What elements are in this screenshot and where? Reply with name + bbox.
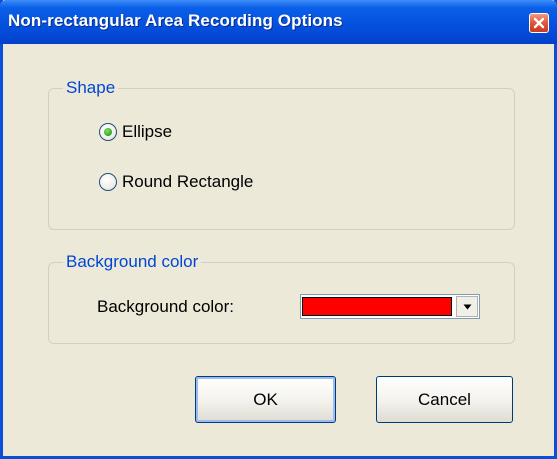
close-icon [533,17,545,29]
chevron-down-icon [463,304,471,309]
radio-button-ellipse[interactable] [99,123,117,141]
shape-groupbox: Shape [48,78,515,230]
background-color-dropdown[interactable] [300,294,480,319]
cancel-button[interactable]: Cancel [376,376,513,423]
radio-label-ellipse: Ellipse [122,122,173,141]
shape-group-legend: Shape [63,78,119,98]
radio-button-round-rectangle[interactable] [99,173,117,191]
window-title: Non-rectangular Area Recording Options [8,11,343,30]
color-swatch [302,297,452,316]
background-color-group-legend: Background color [63,252,202,272]
title-bar[interactable]: Non-rectangular Area Recording Options [0,0,557,44]
radio-round-rectangle[interactable]: Round Rectangle [99,172,253,192]
close-button[interactable] [529,13,549,33]
dropdown-arrow-button[interactable] [456,296,478,317]
ok-button[interactable]: OK [195,376,336,423]
radio-label-round-rectangle: Round Rectangle [122,172,254,191]
radio-selected-dot [104,128,112,136]
background-color-label: Background color: [97,297,235,316]
radio-ellipse[interactable]: Ellipse [99,122,172,142]
